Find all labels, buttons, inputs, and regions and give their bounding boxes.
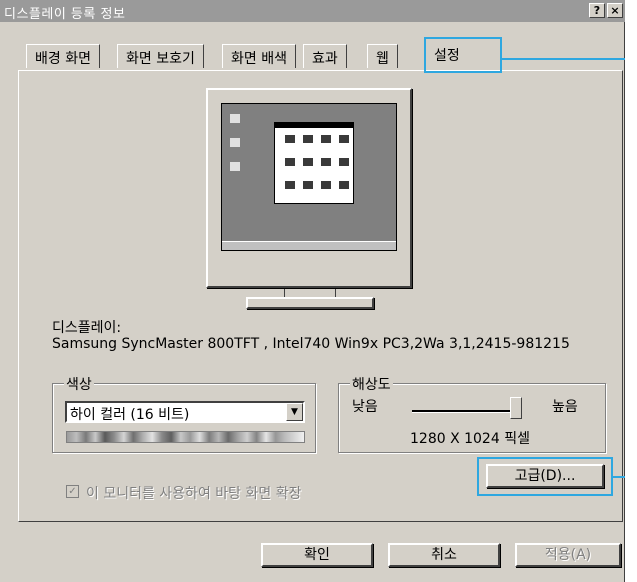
apply-button[interactable]: 적용(A) (515, 543, 621, 567)
folder-icon (321, 135, 331, 143)
folder-icon (285, 181, 295, 189)
folder-icon (339, 135, 349, 143)
title-bar: 디스플레이 등록 정보 ? × (0, 0, 625, 22)
folder-icon (303, 181, 313, 189)
preview-taskbar (222, 241, 396, 250)
folder-icon (339, 158, 349, 166)
color-depth-value: 하이 컬러 (16 비트) (70, 407, 190, 423)
resolution-low-label: 낮음 (352, 399, 378, 415)
cancel-button[interactable]: 취소 (388, 543, 500, 567)
monitor-preview (206, 88, 412, 288)
window-title: 디스플레이 등록 정보 (4, 7, 126, 22)
advanced-callout-line (613, 476, 625, 478)
close-button[interactable]: × (607, 3, 623, 18)
color-preview-bar (66, 431, 305, 443)
folder-icon (321, 181, 331, 189)
folder-icon (321, 158, 331, 166)
color-depth-select[interactable]: 하이 컬러 (16 비트) ▼ (65, 401, 305, 423)
tab-appearance[interactable]: 화면 배색 (222, 44, 296, 68)
settings-tab-callout-line (502, 58, 625, 60)
preview-window (274, 122, 354, 204)
folder-icon (339, 181, 349, 189)
monitor-name: Samsung SyncMaster 800TFT , Intel740 Win… (52, 336, 570, 352)
extend-desktop-checkbox[interactable]: ✓ (66, 485, 79, 498)
monitor-screen (221, 103, 397, 251)
dropdown-arrow-icon[interactable]: ▼ (286, 403, 303, 421)
desktop-icon (230, 138, 240, 147)
resolution-slider-thumb[interactable] (510, 397, 522, 419)
tab-background[interactable]: 배경 화면 (26, 44, 100, 68)
color-group-title: 색상 (64, 374, 94, 394)
folder-icon (285, 135, 295, 143)
desktop-icon (230, 114, 240, 123)
preview-window-titlebar (275, 123, 353, 128)
settings-tab-highlight (424, 37, 502, 73)
folder-icon (285, 158, 295, 166)
folder-icon (303, 158, 313, 166)
resolution-group-title: 해상도 (350, 374, 393, 394)
tab-web[interactable]: 웹 (367, 44, 398, 68)
display-label: 디스플레이: (52, 320, 122, 336)
tab-strip: 배경 화면 화면 보호기 화면 배색 효과 웹 설정 (0, 38, 625, 72)
help-button[interactable]: ? (589, 3, 605, 18)
display-properties-dialog: 디스플레이 등록 정보 ? × 배경 화면 화면 보호기 화면 배색 효과 웹 … (0, 0, 625, 582)
tab-screensaver[interactable]: 화면 보호기 (117, 44, 204, 68)
advanced-button-highlight (477, 457, 613, 496)
desktop-icon (230, 162, 240, 171)
ok-button[interactable]: 확인 (261, 543, 373, 567)
resolution-value: 1280 X 1024 픽셀 (410, 431, 530, 447)
tab-effects[interactable]: 효과 (303, 44, 347, 68)
resolution-slider-track[interactable] (412, 410, 516, 413)
folder-icon (303, 135, 313, 143)
extend-desktop-label: 이 모니터를 사용하여 바탕 화면 확장 (86, 486, 302, 502)
monitor-stand-base (246, 297, 374, 309)
resolution-high-label: 높음 (552, 399, 578, 415)
